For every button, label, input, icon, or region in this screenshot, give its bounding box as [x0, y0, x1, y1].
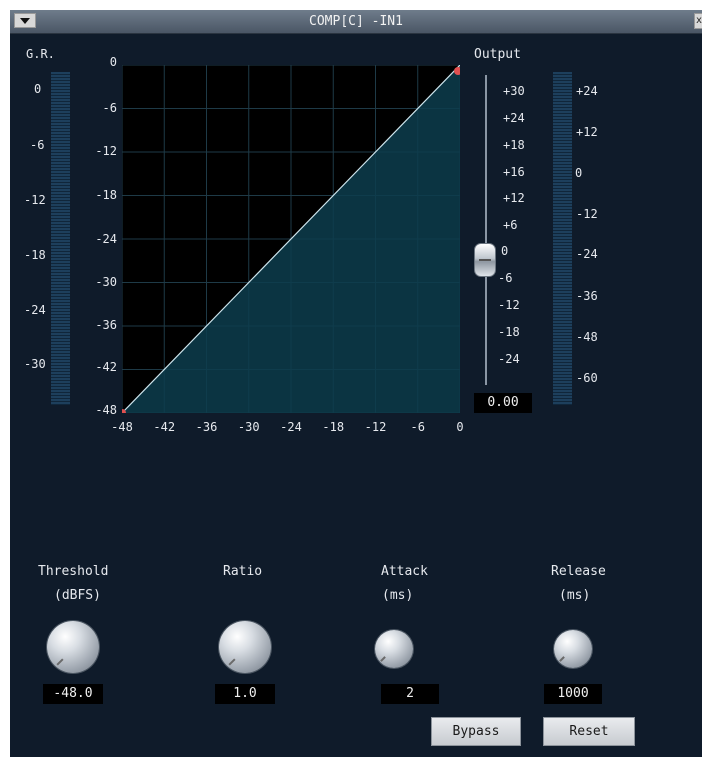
gr-scale-label: -24	[24, 303, 46, 317]
compressor-window: COMP[C] -IN1 x G.R. 0 -6 -12 -18 -24 -30…	[10, 10, 702, 757]
output-label: Output	[474, 47, 521, 62]
threshold-knob-pointer	[56, 658, 64, 666]
output-meter-scale-label: -48	[576, 330, 598, 344]
fader-scale-label: 0	[501, 244, 509, 258]
graph-x-tick-label: -36	[195, 420, 218, 434]
gr-scale-label: -18	[24, 248, 46, 262]
transfer-curve-graph[interactable]	[122, 65, 460, 413]
reset-button[interactable]: Reset	[543, 717, 635, 746]
fader-scale-label: +18	[503, 138, 525, 152]
release-label: Release	[551, 564, 606, 579]
attack-value-field[interactable]: 2	[381, 684, 439, 704]
gr-scale-label: -30	[24, 357, 46, 371]
release-knob[interactable]	[554, 630, 592, 668]
ratio-value-field[interactable]: 1.0	[215, 684, 275, 704]
attack-unit: (ms)	[382, 588, 414, 603]
threshold-label: Threshold	[38, 564, 109, 579]
attack-knob-pointer	[380, 656, 386, 662]
graph-y-tick-label: -42	[95, 360, 117, 374]
threshold-value-field[interactable]: -48.0	[43, 684, 103, 704]
fader-scale-label: -24	[498, 352, 520, 366]
ratio-knob-pointer	[228, 658, 236, 666]
output-meter-scale-label: -36	[576, 289, 598, 303]
output-fader-track[interactable]	[485, 75, 487, 385]
fader-scale-label: +24	[503, 111, 525, 125]
gr-meter	[51, 72, 70, 405]
attack-knob[interactable]	[375, 630, 413, 668]
bypass-button[interactable]: Bypass	[431, 717, 521, 746]
graph-x-tick-label: -24	[280, 420, 302, 434]
output-meter-scale-label: +12	[576, 125, 598, 139]
graph-y-tick-label: -48	[95, 403, 117, 417]
graph-x-tick-label: -18	[322, 420, 345, 434]
release-value-field[interactable]: 1000	[544, 684, 602, 704]
gr-scale-label: 0	[34, 82, 42, 96]
fader-scale-label: +30	[503, 84, 525, 98]
window-title: COMP[C] -IN1	[309, 14, 403, 29]
output-meter-scale-label: -24	[576, 247, 598, 261]
graph-x-tick-label: -12	[364, 420, 387, 434]
graph-y-tick-label: -36	[95, 318, 117, 332]
fader-scale-label: +6	[503, 218, 518, 232]
gr-scale-label: -6	[30, 138, 45, 152]
ratio-knob[interactable]	[219, 621, 271, 673]
graph-x-tick-label: -30	[237, 420, 260, 434]
fader-scale-label: +12	[503, 191, 525, 205]
gr-scale-label: -12	[24, 193, 46, 207]
threshold-unit: (dBFS)	[54, 588, 101, 603]
graph-x-tick-label: 0	[456, 420, 464, 434]
release-knob-pointer	[559, 656, 565, 662]
gr-meter-label: G.R.	[26, 47, 55, 61]
output-meter-scale-label: -60	[576, 371, 598, 385]
graph-y-tick-label: -6	[102, 101, 117, 115]
output-meter-scale-label: +24	[576, 84, 598, 98]
fader-scale-label: +16	[503, 165, 525, 179]
graph-y-tick-label: -30	[95, 275, 117, 289]
release-unit: (ms)	[559, 588, 591, 603]
ratio-label: Ratio	[223, 564, 263, 579]
close-button[interactable]: x	[694, 13, 702, 29]
graph-y-tick-label: -24	[95, 232, 117, 246]
output-meter	[553, 72, 572, 405]
output-meter-scale-label: 0	[575, 166, 583, 180]
graph-y-tick-label: 0	[109, 55, 117, 69]
attack-label: Attack	[381, 564, 428, 579]
output-meter-scale-label: -12	[576, 207, 598, 221]
fader-scale-label: -6	[498, 271, 513, 285]
graph-x-tick-label: -42	[153, 420, 176, 434]
graph-x-tick-label: -6	[410, 420, 425, 434]
fader-scale-label: -12	[498, 298, 520, 312]
graph-y-tick-label: -12	[95, 144, 117, 158]
fader-scale-label: -18	[498, 325, 520, 339]
graph-y-tick-label: -18	[95, 188, 117, 202]
output-value-field[interactable]: 0.00	[474, 393, 532, 413]
threshold-knob[interactable]	[47, 621, 99, 673]
title-bar[interactable]: COMP[C] -IN1 x	[10, 10, 702, 34]
graph-x-tick-label: -48	[111, 420, 133, 434]
output-fader-handle[interactable]	[474, 243, 496, 277]
